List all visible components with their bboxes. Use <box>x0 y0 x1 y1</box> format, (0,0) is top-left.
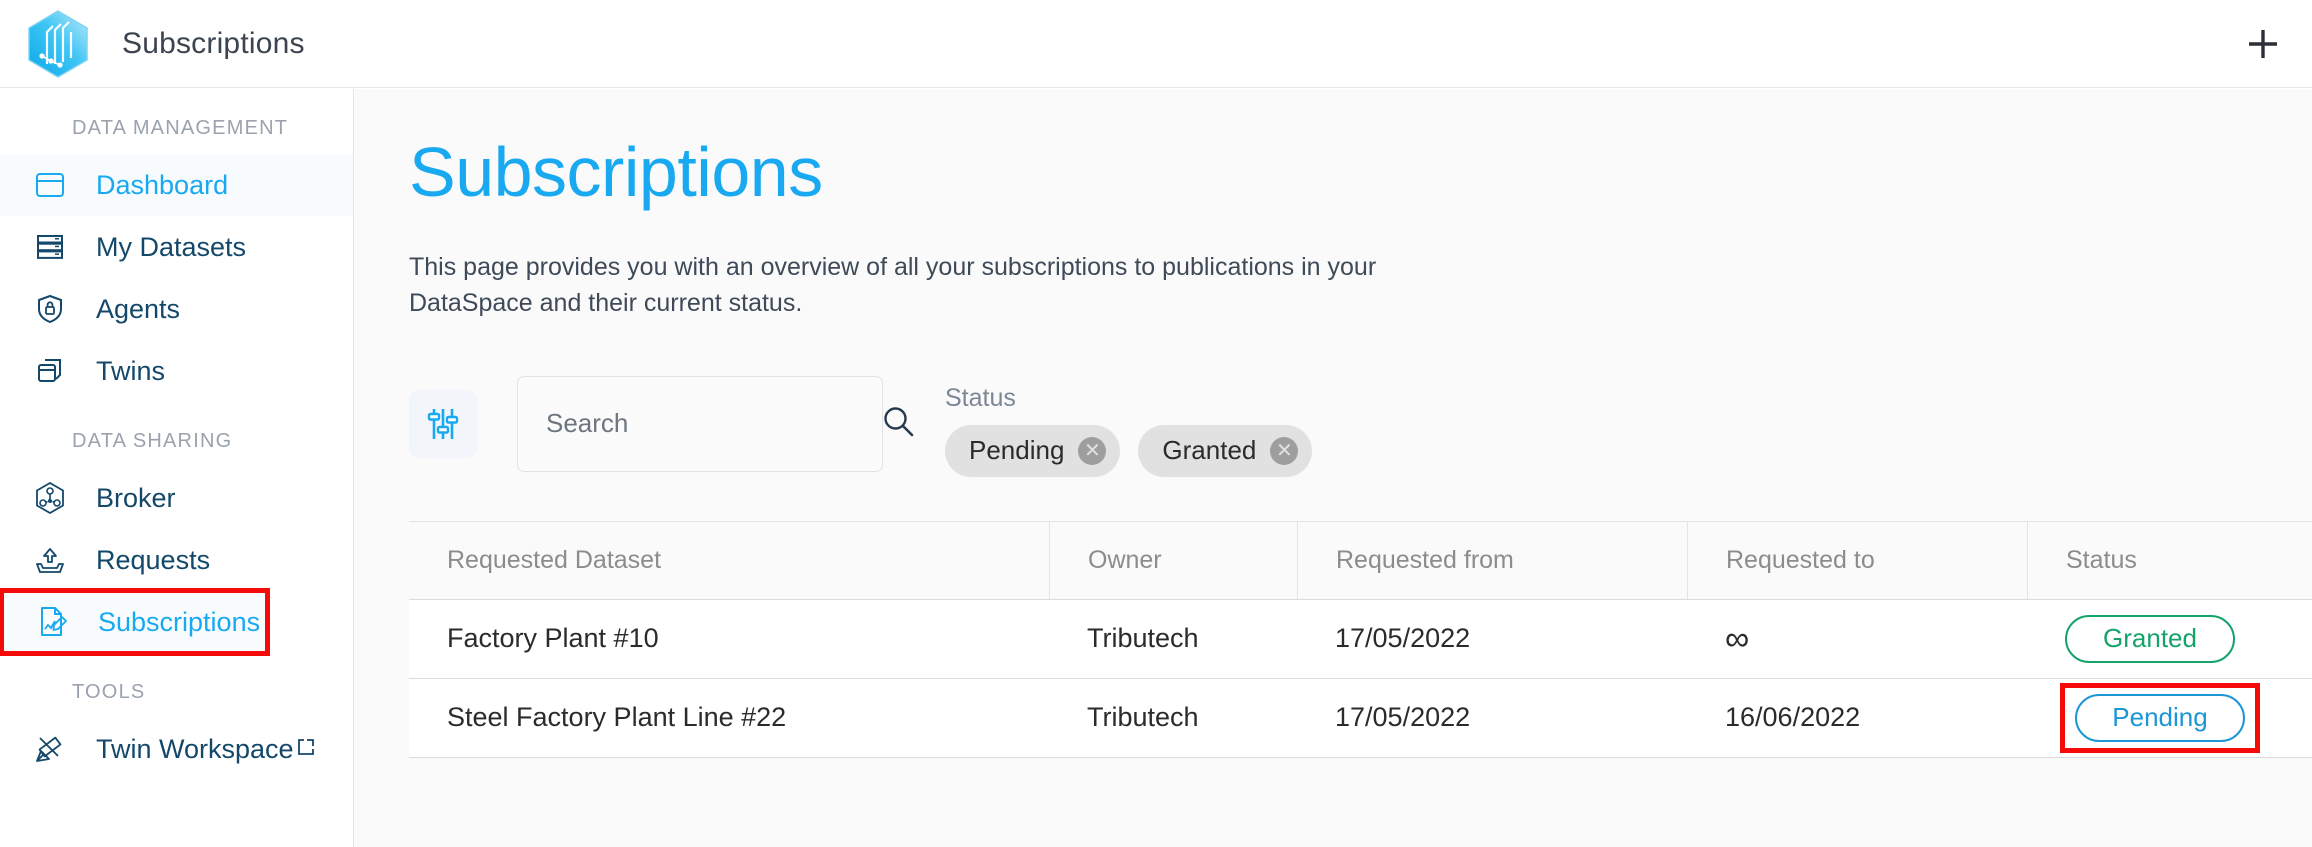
shield-lock-icon <box>28 294 72 324</box>
sidebar-item-label: Dashboard <box>96 169 229 200</box>
cell-status: Pending <box>2027 679 2312 757</box>
sidebar-item-label: Subscriptions <box>98 606 261 637</box>
column-header-requested-to[interactable]: Requested to <box>1687 521 2027 599</box>
search-input[interactable] <box>546 408 881 439</box>
filter-sliders-icon[interactable] <box>409 389 477 458</box>
dashboard-icon <box>28 171 72 199</box>
cell-requested-from: 17/05/2022 <box>1335 702 1471 732</box>
search-box[interactable] <box>517 375 914 472</box>
sidebar-item-label: Broker <box>96 482 176 513</box>
table-row[interactable]: Factory Plant #10 Tributech 17/05/2022 ∞… <box>409 599 2312 679</box>
plus-icon[interactable] <box>2240 21 2286 67</box>
external-link-icon <box>297 738 315 761</box>
status-chip-list: Pending ✕ Granted ✕ <box>945 424 1313 477</box>
tributech-hexagon-logo[interactable] <box>22 8 94 80</box>
status-filter-label: Status <box>945 383 1016 412</box>
cell-owner: Tributech <box>1087 702 1199 732</box>
twins-copy-icon <box>28 356 72 386</box>
chip-label: Pending <box>969 435 1065 465</box>
sidebar-item-requests[interactable]: Requests <box>0 529 353 591</box>
page-title: Subscriptions <box>409 133 823 211</box>
table-header: Requested Dataset Owner Requested from R… <box>409 521 2312 600</box>
cell-dataset: Factory Plant #10 <box>447 623 659 653</box>
status-badge-wrapper: Pending <box>2060 682 2260 753</box>
sidebar-group-label-data-sharing: DATA SHARING <box>72 430 233 452</box>
cell-requested-from: 17/05/2022 <box>1335 623 1471 653</box>
status-badge[interactable]: Pending <box>2075 693 2245 742</box>
sidebar-item-my-datasets[interactable]: My Datasets <box>0 216 353 278</box>
datasets-icon <box>28 233 72 261</box>
sidebar-item-subscriptions[interactable]: Subscriptions <box>0 588 270 656</box>
broker-network-icon <box>28 482 72 514</box>
subscriptions-table: Requested Dataset Owner Requested from R… <box>409 520 2312 758</box>
column-header-status[interactable]: Status <box>2027 521 2312 599</box>
chip-label: Granted <box>1162 435 1257 465</box>
requests-upload-icon <box>28 546 72 574</box>
cell-status: Granted <box>2027 600 2312 678</box>
sidebar-group-label-data-management: DATA MANAGEMENT <box>72 117 289 139</box>
page-description: This page provides you with an overview … <box>409 253 1377 318</box>
top-bar: Subscriptions <box>0 0 2312 88</box>
filter-bar: Status Pending ✕ Granted ✕ <box>409 375 2312 477</box>
cell-requested-to: ∞ <box>1687 600 2027 678</box>
main-content: Subscriptions This page provides you wit… <box>355 89 2312 847</box>
sidebar: DATA MANAGEMENT Dashboard My Datasets Ag… <box>0 89 354 847</box>
table-header-row: Requested Dataset Owner Requested from R… <box>409 521 2312 600</box>
close-circle-icon[interactable]: ✕ <box>1270 436 1299 465</box>
sidebar-item-twins[interactable]: Twins <box>0 340 353 402</box>
topbar-title: Subscriptions <box>122 26 305 60</box>
table-row[interactable]: Steel Factory Plant Line #22 Tributech 1… <box>409 678 2312 758</box>
column-header-requested-dataset[interactable]: Requested Dataset <box>409 522 1049 599</box>
column-header-owner[interactable]: Owner <box>1049 521 1297 599</box>
sidebar-item-label: Twins <box>96 355 166 386</box>
status-filter: Status Pending ✕ Granted ✕ <box>945 376 1313 477</box>
sidebar-item-label: My Datasets <box>96 231 247 262</box>
table-body: Factory Plant #10 Tributech 17/05/2022 ∞… <box>409 599 2312 758</box>
infinity-symbol: ∞ <box>1725 619 1750 658</box>
status-chip-pending[interactable]: Pending ✕ <box>945 424 1121 477</box>
status-badge-wrapper: Granted <box>2065 614 2235 663</box>
column-header-requested-from[interactable]: Requested from <box>1297 521 1687 599</box>
sidebar-item-label: Requests <box>96 544 211 575</box>
sidebar-item-broker[interactable]: Broker <box>0 467 353 529</box>
sidebar-group-label-tools: TOOLS <box>72 681 146 703</box>
close-circle-icon[interactable]: ✕ <box>1078 436 1107 465</box>
sidebar-item-twin-workspace[interactable]: Twin Workspace <box>0 718 353 780</box>
cell-dataset: Steel Factory Plant Line #22 <box>447 702 787 732</box>
sidebar-item-label: Agents <box>96 293 181 324</box>
sidebar-item-label: Twin Workspace <box>96 733 294 764</box>
cell-requested-to: 16/06/2022 <box>1725 702 1861 732</box>
status-badge[interactable]: Granted <box>2065 614 2235 663</box>
subscriptions-doc-icon <box>30 606 74 638</box>
tools-brush-icon <box>28 734 72 764</box>
status-chip-granted[interactable]: Granted ✕ <box>1138 424 1313 477</box>
cell-owner: Tributech <box>1087 623 1199 653</box>
sidebar-item-dashboard[interactable]: Dashboard <box>0 154 353 216</box>
search-icon[interactable] <box>881 404 915 443</box>
sidebar-item-agents[interactable]: Agents <box>0 278 353 340</box>
